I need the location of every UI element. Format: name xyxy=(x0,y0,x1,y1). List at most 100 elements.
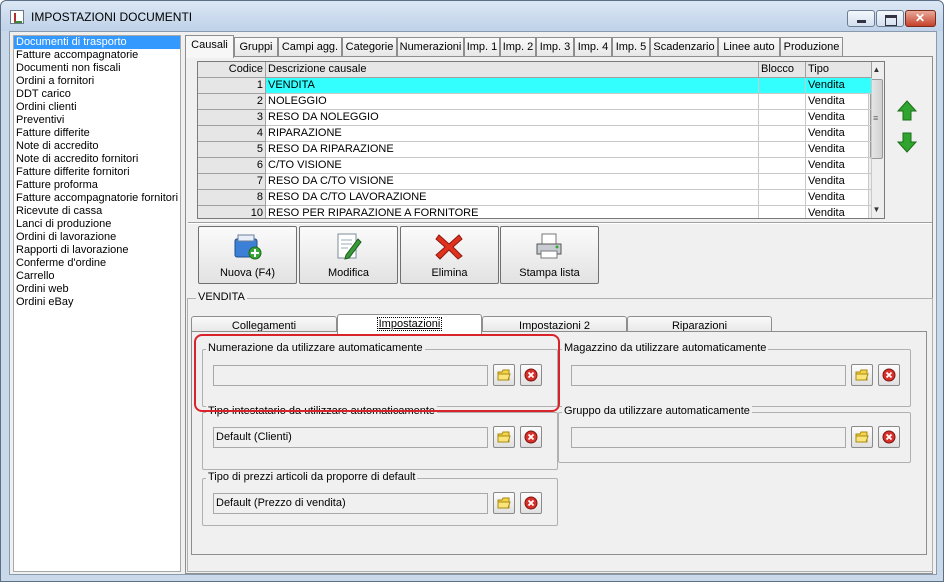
close-button[interactable] xyxy=(905,10,936,27)
document-type-list[interactable]: Documenti di trasporto Fatture accompagna… xyxy=(13,35,181,572)
tipo-intestatario-clear-button[interactable] xyxy=(520,426,542,448)
table-cell-desc: NOLEGGIO xyxy=(266,94,759,110)
doc-list-item[interactable]: Rapporti di lavorazione xyxy=(14,244,180,257)
magazzino-input[interactable] xyxy=(571,365,846,386)
folder-icon xyxy=(497,369,511,381)
maximize-button[interactable] xyxy=(876,10,904,27)
tab-numerazioni[interactable]: Numerazioni xyxy=(397,37,464,57)
doc-list-item[interactable]: Note di accredito fornitori xyxy=(14,153,180,166)
clear-red-icon xyxy=(524,496,538,510)
table-row[interactable]: 4 RIPARAZIONE Vendita xyxy=(198,126,872,142)
folder-icon xyxy=(497,431,511,443)
grid-column-header[interactable]: Tipo xyxy=(806,62,872,78)
grid-column-header[interactable]: Blocco xyxy=(759,62,806,78)
edit-button-label: Modifica xyxy=(328,267,369,279)
delete-button[interactable]: Elimina xyxy=(400,226,499,284)
doc-list-item[interactable]: Fatture differite xyxy=(14,127,180,140)
table-row[interactable]: 1 VENDITA Vendita xyxy=(198,78,872,94)
doc-list-item[interactable]: Ricevute di cassa xyxy=(14,205,180,218)
tipo-prezzi-input[interactable]: Default (Prezzo di vendita) xyxy=(213,493,488,514)
doc-list-item[interactable]: Ordini web xyxy=(14,283,180,296)
doc-list-item[interactable]: Carrello xyxy=(14,270,180,283)
tab-imp-4[interactable]: Imp. 4 xyxy=(574,37,612,57)
doc-list-item[interactable]: Note di accredito xyxy=(14,140,180,153)
print-list-button[interactable]: Stampa lista xyxy=(500,226,599,284)
folder-icon xyxy=(497,497,511,509)
delete-button-label: Elimina xyxy=(431,267,468,279)
red-x-icon xyxy=(435,234,463,260)
tab-imp-1[interactable]: Imp. 1 xyxy=(464,37,500,57)
doc-list-item[interactable]: Documenti di trasporto xyxy=(14,36,180,49)
gruppo-label: Gruppo da utilizzare automaticamente xyxy=(562,405,752,417)
grid-column-header[interactable]: Codice xyxy=(198,62,266,78)
tipo-intestatario-browse-button[interactable] xyxy=(493,426,515,448)
grid-column-header[interactable]: Descrizione causale xyxy=(266,62,759,78)
doc-list-item[interactable]: Fatture accompagnatorie xyxy=(14,49,180,62)
doc-list-item[interactable]: DDT carico xyxy=(14,88,180,101)
tab-scadenzario[interactable]: Scadenzario xyxy=(650,37,718,57)
tipo-intestatario-input[interactable]: Default (Clienti) xyxy=(213,427,488,448)
magazzino-clear-button[interactable] xyxy=(878,364,900,386)
doc-list-item[interactable]: Fatture differite fornitori xyxy=(14,166,180,179)
tipo-prezzi-browse-button[interactable] xyxy=(493,492,515,514)
tab-imp-5[interactable]: Imp. 5 xyxy=(612,37,650,57)
table-row[interactable]: 7 RESO DA C/TO VISIONE Vendita xyxy=(198,174,872,190)
numerazione-browse-button[interactable] xyxy=(493,364,515,386)
table-row[interactable]: 3 RESO DA NOLEGGIO Vendita xyxy=(198,110,872,126)
causali-grid[interactable]: ▲ ▼ CodiceDescrizione causaleBloccoTipo1… xyxy=(197,61,885,219)
table-row[interactable]: 10 RESO PER RIPARAZIONE A FORNITORE Vendit… xyxy=(198,206,872,218)
table-cell-tipo: Vendita xyxy=(806,94,872,110)
doc-list-item[interactable]: Ordini di lavorazione xyxy=(14,231,180,244)
doc-list-item[interactable]: Conferme d'ordine xyxy=(14,257,180,270)
subtab-impostazioni[interactable]: Impostazioni xyxy=(337,314,482,336)
new-document-icon xyxy=(234,234,262,260)
doc-list-item[interactable]: Ordini clienti xyxy=(14,101,180,114)
tipo-prezzi-clear-button[interactable] xyxy=(520,492,542,514)
tab-imp-3[interactable]: Imp. 3 xyxy=(536,37,574,57)
numerazione-label: Numerazione da utilizzare automaticament… xyxy=(206,342,425,354)
table-row[interactable]: 5 RESO DA RIPARAZIONE Vendita xyxy=(198,142,872,158)
numerazione-clear-button[interactable] xyxy=(520,364,542,386)
doc-list-item[interactable]: Preventivi xyxy=(14,114,180,127)
doc-list-item[interactable]: Ordini eBay xyxy=(14,296,180,309)
tab-imp-2[interactable]: Imp. 2 xyxy=(500,37,536,57)
table-cell-code: 2 xyxy=(198,94,266,110)
move-down-button[interactable] xyxy=(896,130,918,154)
table-cell-tipo: Vendita xyxy=(806,158,872,174)
tab-campi-agg[interactable]: Campi agg. xyxy=(278,37,342,57)
table-cell-desc: VENDITA xyxy=(266,78,759,94)
gruppo-browse-button[interactable] xyxy=(851,426,873,448)
table-cell-blocco xyxy=(759,78,806,94)
new-button[interactable]: Nuova (F4) xyxy=(198,226,297,284)
doc-list-item[interactable]: Documenti non fiscali xyxy=(14,62,180,75)
table-cell-code: 10 xyxy=(198,206,266,218)
minimize-button[interactable] xyxy=(847,10,875,27)
doc-list-item[interactable]: Fatture proforma xyxy=(14,179,180,192)
new-button-label: Nuova (F4) xyxy=(219,267,276,279)
edit-button[interactable]: Modifica xyxy=(299,226,398,284)
numerazione-input[interactable] xyxy=(213,365,488,386)
clear-red-icon xyxy=(882,368,896,382)
gruppo-clear-button[interactable] xyxy=(878,426,900,448)
table-row[interactable]: 2 NOLEGGIO Vendita xyxy=(198,94,872,110)
table-cell-desc: RESO DA NOLEGGIO xyxy=(266,110,759,126)
move-up-button[interactable] xyxy=(896,99,918,123)
tab-linee-auto[interactable]: Linee auto xyxy=(718,37,780,57)
doc-list-item[interactable]: Ordini a fornitori xyxy=(14,75,180,88)
magazzino-label: Magazzino da utilizzare automaticamente xyxy=(562,342,769,354)
separator xyxy=(188,222,932,224)
gruppo-input[interactable] xyxy=(571,427,846,448)
table-row[interactable]: 8 RESO DA C/TO LAVORAZIONE Vendita xyxy=(198,190,872,206)
title-bar[interactable]: IMPOSTAZIONI DOCUMENTI xyxy=(1,1,943,31)
tab-gruppi[interactable]: Gruppi xyxy=(234,37,278,57)
tipo-intestatario-label: Tipo intestatario da utilizzare automati… xyxy=(206,405,438,417)
vendita-groupbox-title: VENDITA xyxy=(196,291,247,303)
doc-list-item[interactable]: Fatture accompagnatorie fornitori xyxy=(14,192,180,205)
doc-list-item[interactable]: Lanci di produzione xyxy=(14,218,180,231)
magazzino-browse-button[interactable] xyxy=(851,364,873,386)
tab-produzione[interactable]: Produzione xyxy=(780,37,843,57)
tab-categorie[interactable]: Categorie xyxy=(342,37,397,57)
tab-causali[interactable]: Causali xyxy=(185,35,234,58)
table-cell-tipo: Vendita xyxy=(806,174,872,190)
table-row[interactable]: 6 C/TO VISIONE Vendita xyxy=(198,158,872,174)
